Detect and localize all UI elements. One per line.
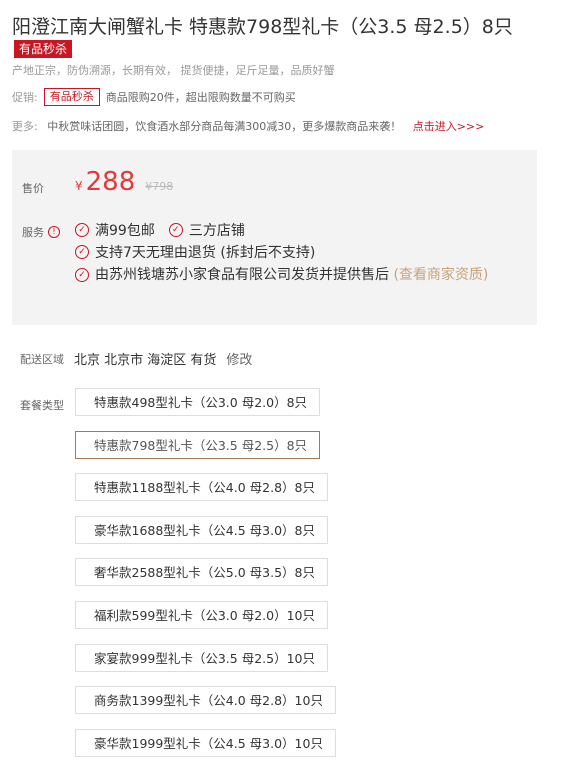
service-label: 服务	[22, 226, 44, 239]
seller-text: 由苏州钱塘苏小家食品有限公司发货并提供售后	[95, 267, 389, 283]
service-free-shipping: 满99包邮	[95, 223, 155, 239]
product-subtitle: 产地正宗，防伪溯源，长期有效， 提货便捷，足斤足量，品质好蟹	[12, 64, 335, 77]
service-item: ✓ 三方店铺	[168, 220, 245, 240]
package-option[interactable]: 福利款599型礼卡（公3.0 母2.0）10只	[75, 601, 328, 629]
package-option[interactable]: 豪华款1688型礼卡（公4.5 母3.0）8只	[75, 516, 328, 544]
service-third-party-store: 三方店铺	[188, 223, 245, 239]
package-option-selected[interactable]: 特惠款798型礼卡（公3.5 母2.5）8只	[75, 431, 321, 459]
service-item: ✓ 满99包邮	[75, 220, 155, 240]
check-circle-icon: ✓	[75, 245, 89, 259]
package-option[interactable]: 豪华款1999型礼卡（公4.5 母3.0）10只	[75, 729, 336, 757]
info-icon[interactable]: !	[48, 226, 60, 238]
package-option[interactable]: 家宴款999型礼卡（公3.5 母2.5）10只	[75, 644, 328, 672]
edit-region-link[interactable]: 修改	[226, 349, 252, 368]
price-value: 288	[85, 167, 136, 197]
service-row-2: ✓ 支持7天无理由退货 (拆封后不支持)	[75, 242, 329, 262]
service-return-policy: 支持7天无理由退货 (拆封后不支持)	[95, 245, 316, 261]
product-title: 阳澄江南大闸蟹礼卡 特惠款798型礼卡（公3.5 母2.5）8只	[12, 16, 513, 38]
delivery-label: 配送区域	[20, 352, 64, 366]
price-label: 售价	[22, 182, 44, 195]
package-option[interactable]: 特惠款498型礼卡（公3.0 母2.0）8只	[75, 388, 321, 416]
promotion-tag: 有品秒杀	[43, 88, 100, 106]
more-row: 更多: 中秋赏味话团圆，饮食酒水部分商品每满300减30，更多爆款商品来袭！ 点…	[12, 118, 484, 134]
check-circle-icon: ✓	[75, 223, 89, 237]
original-price: ¥798	[145, 180, 174, 193]
stock-status: 有货	[190, 353, 217, 368]
price: ¥288 ¥798	[75, 167, 173, 197]
more-label: 更多:	[12, 120, 38, 133]
service-seller-info: 由苏州钱塘苏小家食品有限公司发货并提供售后 (查看商家资质)	[95, 264, 488, 286]
promotion-row: 促销: 有品秒杀 商品限购20件，超出限购数量不可购买	[12, 88, 296, 106]
promotion-label: 促销:	[12, 91, 38, 104]
check-circle-icon: ✓	[75, 268, 89, 282]
service-label-group: 服务 !	[22, 224, 60, 240]
package-option[interactable]: 特惠款1188型礼卡（公4.0 母2.8）8只	[75, 473, 328, 501]
more-text: 中秋赏味话团圆，饮食酒水部分商品每满300减30，更多爆款商品来袭！	[47, 120, 402, 133]
check-circle-icon: ✓	[168, 223, 183, 237]
package-option[interactable]: 奢华款2588型礼卡（公5.0 母3.5）8只	[75, 558, 328, 586]
delivery-region[interactable]: 北京 北京市 海淀区	[74, 349, 186, 368]
service-row-3: ✓ 由苏州钱塘苏小家食品有限公司发货并提供售后 (查看商家资质)	[75, 264, 515, 286]
delivery-row: 配送区域 北京 北京市 海淀区 有货 修改	[20, 349, 252, 369]
seller-qualification-link[interactable]: (查看商家资质)	[393, 267, 488, 283]
service-item: ✓ 支持7天无理由退货 (拆封后不支持)	[75, 242, 315, 262]
currency-symbol: ¥	[75, 179, 83, 193]
promotion-text: 商品限购20件，超出限购数量不可购买	[105, 91, 296, 104]
flash-sale-badge: 有品秒杀	[14, 40, 73, 58]
service-row-1: ✓ 满99包邮 ✓ 三方店铺	[75, 220, 259, 240]
price-service-panel: 售价 ¥288 ¥798 服务 ! ✓ 满99包邮 ✓ 三方店铺 ✓ 支持7天无理…	[12, 150, 537, 325]
more-link[interactable]: 点击进入>>>	[413, 120, 485, 133]
package-option[interactable]: 商务款1399型礼卡（公4.0 母2.8）10只	[75, 686, 336, 714]
package-type-label: 套餐类型	[20, 399, 64, 412]
